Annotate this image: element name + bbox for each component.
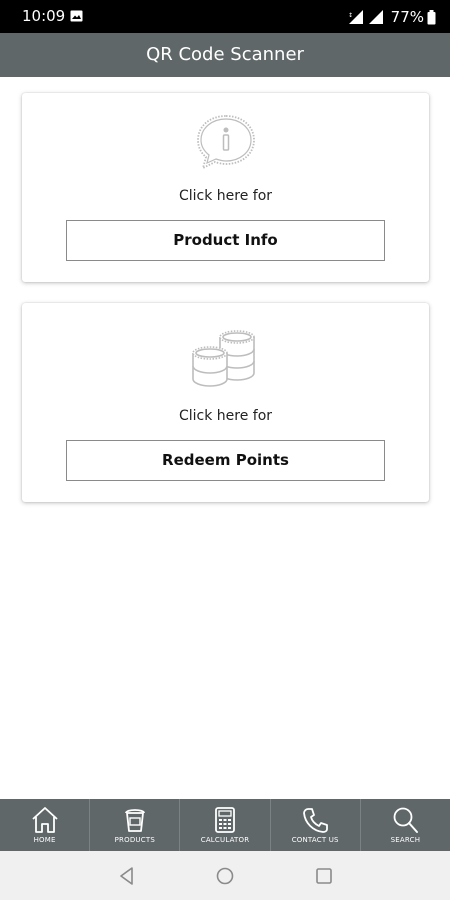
status-icons: ↕ 77% [347,7,436,27]
nav-item-calculator[interactable]: CALCULATOR [180,799,271,851]
back-icon[interactable] [116,865,138,887]
nav-label: HOME [33,836,56,844]
nav-item-contact-us[interactable]: CONTACT US [271,799,361,851]
nav-label: PRODUCTS [114,836,155,844]
nav-label: CALCULATOR [200,836,250,844]
svg-text:↕: ↕ [348,12,353,19]
phone-icon [303,808,329,833]
product-info-card[interactable]: Click here for Product Info [22,93,429,282]
page-title: QR Code Scanner [146,44,304,65]
bottom-nav: HOME PRODUCTS CALCULATOR CONTACT US SEAR… [0,799,450,851]
nav-label: CONTACT US [291,836,339,844]
home-circle-icon[interactable] [214,865,236,887]
nav-item-products[interactable]: PRODUCTS [90,799,181,851]
product-info-button[interactable]: Product Info [66,220,385,261]
search-icon [394,807,419,833]
nav-item-search[interactable]: SEARCH [361,799,450,851]
home-icon [31,807,58,833]
paint-bucket-icon [124,809,145,832]
calculator-icon [215,807,235,833]
system-nav-bar [0,851,450,900]
data-icon: ↕ [348,10,363,24]
status-time: 10:09 [22,7,66,25]
gallery-icon [70,10,83,22]
nav-label: SEARCH [390,836,421,844]
nav-item-home[interactable]: HOME [0,799,91,851]
signal-icon [368,10,383,24]
redeem-points-card[interactable]: Click here for Redeem Points [22,303,429,502]
coins-icon [22,325,429,389]
info-bubble-icon [22,113,429,171]
app-bar: QR Code Scanner [0,33,450,77]
recents-icon[interactable] [313,865,335,887]
redeem-points-button[interactable]: Redeem Points [66,440,385,481]
battery-icon [427,9,436,24]
card-caption: Click here for [178,188,273,204]
battery-percent: 77% [390,8,424,26]
status-bar: 10:09 ↕ 77% [0,0,450,33]
card-caption: Click here for [178,408,273,424]
